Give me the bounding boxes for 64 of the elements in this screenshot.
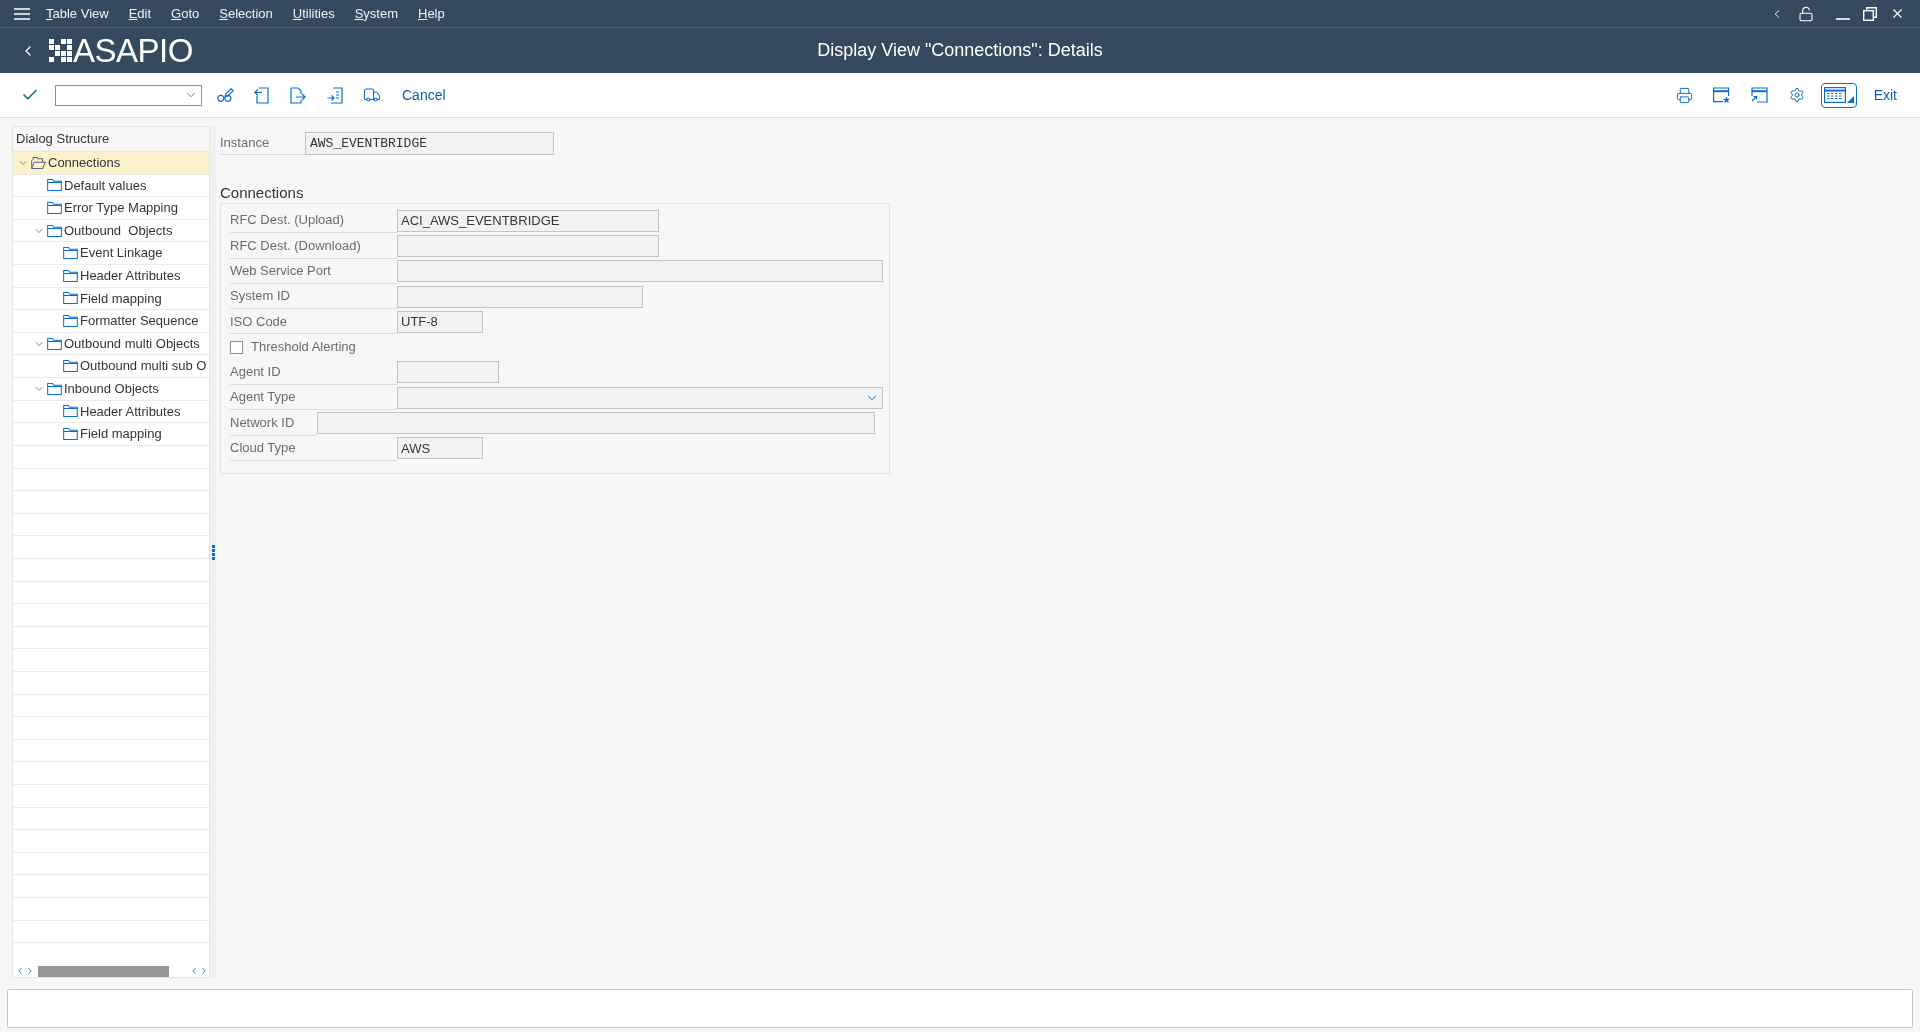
window-grid-icon (1823, 87, 1846, 103)
checkbox[interactable] (230, 340, 243, 354)
folder-icon (63, 247, 78, 260)
input-field[interactable]: UTF-8 (397, 310, 483, 333)
menu-item[interactable]: Goto (171, 3, 200, 24)
checkbox-label: Threshold Alerting (251, 338, 356, 357)
scroll-left-icon[interactable] (189, 966, 199, 976)
folder-icon (47, 202, 62, 214)
tree-item[interactable]: Connections (13, 152, 209, 175)
menu-item[interactable]: Help (418, 3, 445, 24)
folder-icon (63, 314, 78, 327)
folder-icon (63, 405, 78, 418)
glasses-pencil-icon[interactable] (217, 87, 234, 103)
menu-item[interactable]: Edit (128, 3, 152, 24)
input-field[interactable] (397, 234, 659, 257)
exit-button[interactable]: Exit (1872, 84, 1898, 106)
folder-icon (63, 360, 78, 373)
scrollbar-thumb[interactable] (38, 965, 169, 977)
restore-icon[interactable] (1863, 6, 1877, 21)
grip-dots-icon (211, 544, 215, 560)
page-arrow-icon[interactable] (327, 86, 343, 104)
folder-icon (47, 337, 62, 350)
logo-grid-icon (49, 39, 72, 62)
input-field[interactable] (397, 361, 499, 384)
folder-icon (47, 224, 62, 237)
menu-icon[interactable] (14, 7, 30, 20)
dropdown-field[interactable] (397, 386, 883, 409)
panel-title: Dialog Structure (16, 130, 110, 149)
input-field[interactable] (317, 412, 875, 434)
window-star-icon[interactable] (1712, 87, 1730, 103)
folder-icon (47, 179, 62, 192)
folder-icon (63, 269, 78, 282)
folder-icon (47, 382, 62, 395)
input-field[interactable]: AWS (397, 437, 483, 460)
folder-icon (63, 427, 78, 440)
close-icon[interactable] (1890, 6, 1905, 21)
minimize-icon[interactable] (1836, 17, 1850, 20)
input-field[interactable]: AWS_EVENTBRIDGE (305, 132, 554, 155)
scroll-right-icon[interactable] (199, 966, 209, 976)
page-left-arrow-icon[interactable] (254, 86, 269, 104)
open-folder-icon (31, 156, 46, 169)
section-title: Connections (220, 183, 305, 203)
menu-item[interactable]: Selection (219, 3, 273, 24)
input-field[interactable] (397, 285, 643, 308)
window-arrow-icon[interactable] (1750, 87, 1768, 103)
menu-item[interactable]: Utilities (292, 3, 335, 24)
gear-icon[interactable] (1788, 87, 1805, 103)
page-right-arrow-icon[interactable] (290, 86, 306, 104)
menu-item[interactable]: System (354, 3, 398, 24)
input-field[interactable] (397, 260, 883, 283)
caret-icon (1846, 95, 1854, 103)
truck-icon[interactable] (363, 86, 381, 104)
window-title: Display View "Connections": Details (817, 39, 1103, 62)
input-field[interactable]: ACI_AWS_EVENTBRIDGE (397, 209, 659, 232)
command-field[interactable] (55, 84, 202, 106)
printer-icon[interactable] (1675, 86, 1693, 104)
logo-text: ASAPIO (73, 34, 193, 67)
cancel-button[interactable]: Cancel (401, 84, 447, 106)
lock-open-icon[interactable] (1798, 5, 1814, 22)
layout-button[interactable] (1820, 82, 1857, 108)
menu-item[interactable]: Table View (46, 3, 109, 24)
folder-icon (63, 292, 78, 305)
scroll-left-icon[interactable] (15, 966, 25, 976)
scroll-right-icon[interactable] (25, 966, 35, 976)
